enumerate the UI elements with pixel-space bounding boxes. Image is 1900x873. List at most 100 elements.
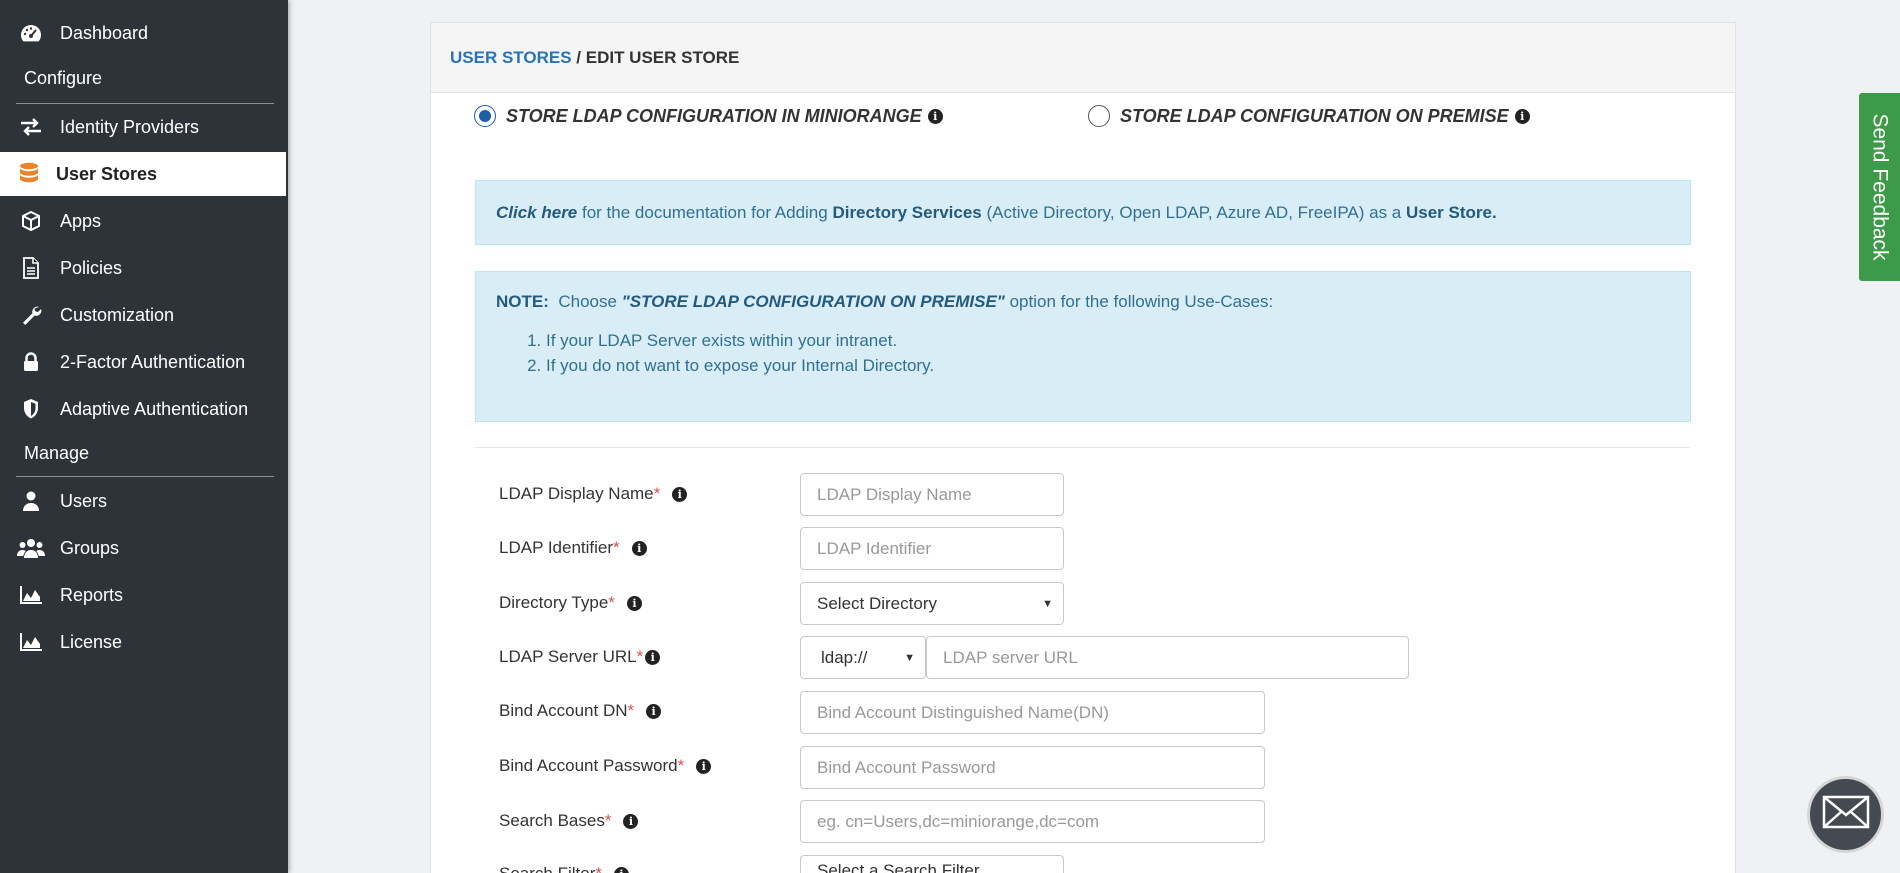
field-label: LDAP Identifier — [499, 538, 614, 557]
area-chart-icon — [16, 585, 46, 605]
required-mark: * — [608, 593, 615, 612]
sidebar-item-user-stores[interactable]: User Stores — [0, 152, 286, 196]
envelope-icon — [1822, 795, 1870, 834]
sidebar-item-label: Policies — [60, 257, 123, 278]
breadcrumb-link-user-stores[interactable]: USER STORES — [450, 48, 572, 68]
label-ldap-display-name: LDAP Display Name * i — [499, 482, 688, 506]
breadcrumb-separator: / — [571, 47, 586, 67]
sidebar-item-dashboard[interactable]: Dashboard — [0, 11, 288, 55]
chevron-down-icon: ▼ — [1042, 597, 1053, 610]
document-icon — [16, 257, 46, 279]
ldap-display-name-input[interactable]: LDAP Display Name — [800, 473, 1064, 516]
select-value: ldap:// — [821, 647, 868, 667]
sidebar-item-label: Dashboard — [60, 22, 149, 43]
sidebar-item-apps[interactable]: Apps — [0, 199, 288, 243]
sidebar-item-label: Customization — [60, 304, 175, 325]
lock-icon — [16, 351, 46, 373]
required-mark: * — [613, 538, 620, 557]
list-item: If your LDAP Server exists within your i… — [546, 328, 1670, 353]
option-premise[interactable]: STORE LDAP CONFIGURATION ON PREMISE i — [1088, 105, 1530, 127]
option-premise-label: STORE LDAP CONFIGURATION ON PREMISE — [1120, 105, 1509, 126]
documentation-link[interactable]: Click here — [496, 203, 577, 222]
area-chart-icon — [16, 632, 46, 652]
label-bind-account-dn: Bind Account DN * i — [499, 699, 662, 723]
ldap-protocol-select[interactable]: ldap:// ▼ — [800, 636, 926, 679]
info-icon[interactable]: i — [623, 813, 639, 829]
radio-premise[interactable] — [1088, 105, 1110, 127]
field-label: Bind Account DN — [499, 701, 628, 720]
sidebar-item-customization[interactable]: Customization — [0, 293, 288, 337]
note-text-1: Choose — [548, 292, 622, 311]
sidebar-item-adaptive-auth[interactable]: Adaptive Authentication — [0, 387, 288, 431]
sidebar-item-groups[interactable]: Groups — [0, 526, 288, 570]
note-alert: NOTE: Choose "STORE LDAP CONFIGURATION O… — [475, 271, 1691, 422]
field-label: LDAP Server URL — [499, 647, 637, 666]
dashboard-icon — [16, 22, 46, 44]
sidebar-item-label: Identity Providers — [60, 116, 200, 137]
sidebar-item-label: User Stores — [56, 163, 158, 184]
database-icon — [14, 162, 44, 186]
field-label: Search Filter — [499, 864, 595, 873]
sidebar-item-label: License — [60, 631, 123, 652]
ldap-server-url-input[interactable]: LDAP server URL — [926, 636, 1409, 679]
select-value: Select Directory — [817, 593, 937, 613]
sidebar-item-2fa[interactable]: 2-Factor Authentication — [0, 340, 288, 384]
sidebar-item-users[interactable]: Users — [0, 479, 288, 523]
select-value: Select a Search Filter — [817, 860, 980, 873]
label-directory-type: Directory Type * i — [499, 591, 642, 615]
mail-chat-button[interactable] — [1807, 776, 1884, 853]
sidebar-item-label: Apps — [60, 210, 102, 231]
sidebar-item-license[interactable]: License — [0, 620, 288, 664]
sidebar-item-label: Groups — [60, 537, 120, 558]
doc-text-2: (Active Directory, Open LDAP, Azure AD, … — [981, 202, 1406, 222]
info-icon[interactable]: i — [614, 866, 629, 873]
info-icon[interactable]: i — [626, 595, 642, 611]
info-icon[interactable]: i — [631, 540, 647, 556]
wrench-icon — [16, 304, 46, 326]
doc-text-1: for the documentation for Adding — [577, 202, 833, 222]
required-mark: * — [653, 484, 661, 503]
search-filter-select[interactable]: Select a Search Filter — [800, 855, 1064, 873]
info-icon[interactable]: i — [696, 758, 712, 774]
option-miniorange[interactable]: STORE LDAP CONFIGURATION IN MINIORANGE i — [474, 105, 943, 127]
send-feedback-tab[interactable]: Send Feedback — [1859, 93, 1900, 281]
field-label: Bind Account Password — [499, 756, 678, 775]
info-icon[interactable]: i — [672, 486, 688, 502]
required-mark: * — [604, 811, 612, 830]
sidebar-item-label: 2-Factor Authentication — [60, 351, 246, 372]
info-icon[interactable]: i — [927, 108, 943, 124]
label-search-bases: Search Bases * i — [499, 809, 639, 833]
section-divider — [16, 103, 274, 104]
info-icon[interactable]: i — [645, 649, 661, 665]
chevron-down-icon: ▼ — [904, 651, 915, 664]
sidebar-item-reports[interactable]: Reports — [0, 573, 288, 617]
sidebar-item-label: Users — [60, 490, 108, 511]
cube-icon — [16, 210, 46, 232]
note-list: If your LDAP Server exists within your i… — [546, 328, 1670, 378]
field-label: Directory Type — [499, 593, 609, 612]
list-item: If you do not want to expose your Intern… — [546, 353, 1670, 378]
sidebar-item-policies[interactable]: Policies — [0, 246, 288, 290]
info-icon[interactable]: i — [646, 703, 662, 719]
required-mark: * — [677, 756, 685, 775]
ldap-identifier-input[interactable]: LDAP Identifier — [800, 527, 1064, 570]
bind-account-dn-input[interactable]: Bind Account Distinguished Name(DN) — [800, 691, 1265, 734]
sidebar-item-identity-providers[interactable]: Identity Providers — [0, 105, 288, 149]
radio-miniorange[interactable] — [474, 105, 496, 127]
breadcrumb-current: EDIT USER STORE — [585, 47, 740, 67]
label-bind-account-password: Bind Account Password * i — [499, 754, 712, 778]
directory-type-select[interactable]: Select Directory ▼ — [800, 582, 1064, 625]
user-icon — [16, 490, 46, 512]
note-label: NOTE: — [496, 292, 549, 311]
info-icon[interactable]: i — [1514, 108, 1530, 124]
note-emphasis: "STORE LDAP CONFIGURATION ON PREMISE" — [621, 292, 1005, 311]
sidebar-item-label: Adaptive Authentication — [60, 398, 249, 419]
field-label: Search Bases — [499, 811, 605, 830]
sidebar: Dashboard Configure Identity Providers U… — [0, 0, 288, 873]
required-mark: * — [595, 864, 602, 873]
users-icon — [16, 537, 46, 559]
search-bases-input[interactable]: eg. cn=Users,dc=miniorange,dc=com — [800, 800, 1265, 843]
section-manage: Manage — [24, 443, 90, 463]
bind-account-password-input[interactable]: Bind Account Password — [800, 746, 1265, 789]
label-ldap-server-url: LDAP Server URL * i — [499, 645, 661, 669]
